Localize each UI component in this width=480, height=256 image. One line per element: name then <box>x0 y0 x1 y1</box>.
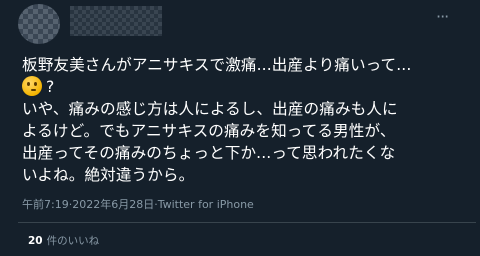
tweet-text-line: ? <box>22 76 472 98</box>
tweet-text-segment: ? <box>46 78 55 96</box>
likes-summary[interactable]: 20 件のいいね <box>28 233 99 248</box>
like-label: 件のいいね <box>46 235 100 247</box>
tweet-text-line: 板野友美さんがアニサキスで激痛...出産より痛いって... <box>22 56 412 74</box>
tweet-text-line: いや、痛みの感じ方は人によるし、出産の痛みも人に <box>22 100 398 118</box>
divider <box>18 222 476 223</box>
tweet-text-line: いよね。絶対違うから。 <box>22 166 195 184</box>
tweet-date[interactable]: 2022年6月28日 <box>72 196 154 212</box>
like-count: 20 <box>28 235 43 247</box>
tweet-text-line: 出産ってその痛みのちょっと下か...って思われたくな <box>22 144 396 162</box>
thinking-face-emoji-icon <box>22 76 42 96</box>
avatar[interactable] <box>18 4 60 44</box>
author-name-blurred[interactable] <box>70 6 162 36</box>
more-options-icon[interactable]: ··· <box>436 9 449 25</box>
tweet-metadata: 午前7:19 · 2022年6月28日 · Twitter for iPhone <box>22 196 254 212</box>
tweet-text-line: よるけど。でもアニサキスの痛みを知ってる男性が、 <box>22 122 396 140</box>
tweet-card: ··· 板野友美さんがアニサキスで激痛...出産より痛いって... ? いや、痛… <box>0 0 480 256</box>
tweet-time[interactable]: 午前7:19 <box>22 196 69 212</box>
tweet-text: 板野友美さんがアニサキスで激痛...出産より痛いって... ? いや、痛みの感じ… <box>22 54 472 186</box>
tweet-source[interactable]: Twitter for iPhone <box>158 198 254 211</box>
